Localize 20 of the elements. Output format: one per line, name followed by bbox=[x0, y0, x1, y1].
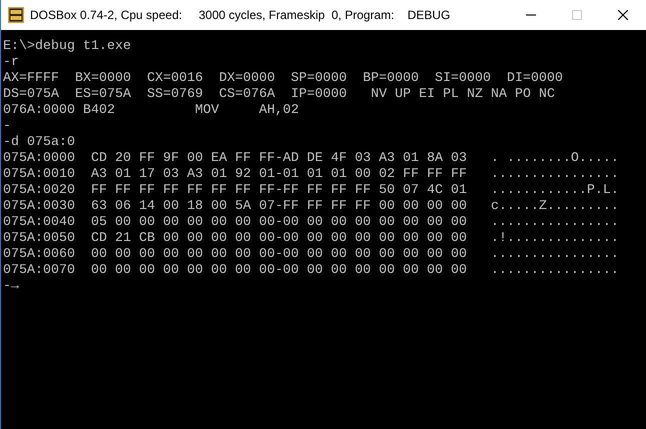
console-line: AX=FFFF BX=0000 CX=0016 DX=0000 SP=0000 BP=0000 SI=0000 DI=0000 bbox=[3, 71, 563, 87]
console-line: 075A:0000 CD 20 FF 9F 00 EA FF FF-AD DE 4F 03 A3 01 8A 03 . ........O..... bbox=[3, 151, 619, 167]
close-icon bbox=[618, 10, 628, 20]
console-line: -d 075a:0 bbox=[3, 135, 75, 151]
console-line: 075A:0030 63 06 14 00 18 00 5A 07-FF FF FF FF 00 00 00 00 c.....Z......... bbox=[3, 199, 619, 215]
app-logo-icon bbox=[8, 7, 24, 23]
console-line: 075A:0010 A3 01 17 03 A3 01 92 01-01 01 01 00 02 FF FF FF ................ bbox=[3, 167, 619, 183]
console-line: 076A:0000 B402 MOV AH,02 bbox=[3, 103, 299, 119]
console-line: -r bbox=[3, 55, 19, 71]
console-line: 075A:0070 00 00 00 00 00 00 00 00-00 00 00 00 00 00 00 00 ................ bbox=[3, 263, 619, 279]
maximize-icon bbox=[572, 10, 582, 20]
console-line: - bbox=[3, 119, 11, 135]
console-line: 075A:0020 FF FF FF FF FF FF FF FF-FF FF FF FF 50 07 4C 01 ............P.L. bbox=[3, 183, 619, 199]
console-line: -→ bbox=[3, 279, 19, 295]
console-line: 075A:0050 CD 21 CB 00 00 00 00 00-00 00 00 00 00 00 00 00 .!.............. bbox=[3, 231, 619, 247]
console-line: E:\>debug t1.exe bbox=[3, 39, 131, 55]
console-line: DS=075A ES=075A SS=0769 CS=076A IP=0000 NV UP EI PL NZ NA PO NC bbox=[3, 87, 555, 103]
window-title: DOSBox 0.74-2, Cpu speed: 3000 cycles, Frameskip 0, Program: DEBUG bbox=[30, 8, 452, 22]
console-line: 075A:0040 05 00 00 00 00 00 00 00-00 00 00 00 00 00 00 00 ................ bbox=[3, 215, 619, 231]
console-line: 075A:0060 00 00 00 00 00 00 00 00-00 00 00 00 00 00 00 00 ................ bbox=[3, 247, 619, 263]
